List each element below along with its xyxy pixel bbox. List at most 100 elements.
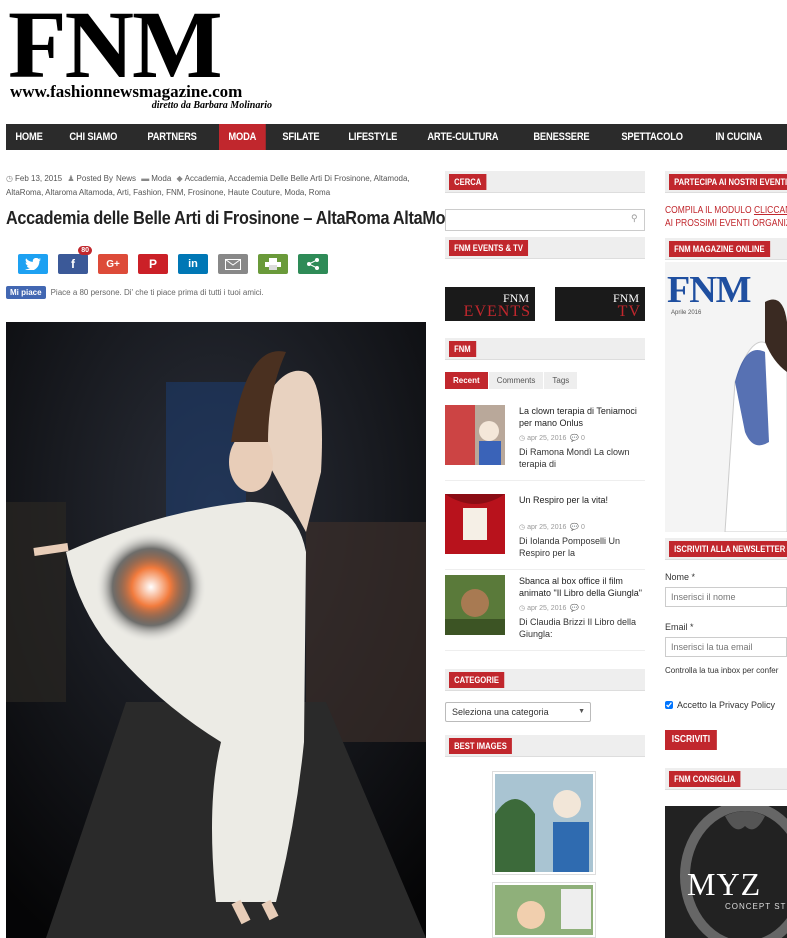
- article-category[interactable]: Moda: [151, 174, 171, 183]
- sponsor-subtext: CONCEPT ST: [725, 902, 787, 911]
- post-excerpt: Di Claudia Brizzi Il Libro della Giungla…: [519, 617, 637, 639]
- list-item[interactable]: Un Respiro per la vita! ◷ apr 25, 2016 💬…: [445, 492, 645, 570]
- privacy-label: Accetto la Privacy Policy: [677, 700, 776, 710]
- magazine-widget-header: FNM MAGAZINE ONLINE: [665, 238, 787, 260]
- search-widget-title: CERCA: [449, 174, 487, 190]
- best-image-thumb[interactable]: [492, 882, 596, 938]
- categories-widget-title: CATEGORIE: [449, 672, 505, 688]
- name-label: Nome *: [665, 572, 696, 582]
- best-images-widget-header: BEST IMAGES: [445, 735, 645, 757]
- nav-item-chi-siamo[interactable]: CHI SIAMO: [60, 124, 127, 150]
- post-date: ◷ apr 25, 2016 💬 0: [519, 524, 585, 531]
- search-icon[interactable]: ⚲: [631, 213, 638, 224]
- clock-icon: ◷: [6, 174, 13, 183]
- nav-item-sfilate[interactable]: SFILATE: [273, 124, 329, 150]
- tag-icon: ◆: [176, 174, 183, 183]
- twitter-icon: [25, 258, 41, 270]
- fnm-events-banner[interactable]: FNM EVENTS: [445, 287, 535, 321]
- tab-recent[interactable]: Recent: [445, 372, 488, 389]
- site-logo[interactable]: FNM www.fashionnewsmagazine.com diretto …: [8, 0, 278, 112]
- cta-link[interactable]: CLICCANDO: [754, 205, 787, 216]
- best-image-picture: [495, 774, 593, 872]
- best-images-widget-title: BEST IMAGES: [449, 738, 512, 754]
- email-label: Email *: [665, 622, 694, 632]
- inbox-note: Controlla la tua inbox per confer: [665, 666, 779, 675]
- best-image-picture: [495, 885, 593, 935]
- name-field[interactable]: [665, 587, 787, 607]
- pinterest-share-button[interactable]: P: [138, 254, 168, 274]
- article-author[interactable]: News: [116, 174, 136, 183]
- email-icon: [225, 258, 241, 270]
- events-right-header: PARTECIPA AI NOSTRI EVENTI: [665, 171, 787, 193]
- subscribe-button[interactable]: ISCRIVITI: [665, 730, 717, 750]
- article-date: Feb 13, 2015: [14, 174, 63, 183]
- post-title[interactable]: La clown terapia di Teniamoci per mano O…: [519, 405, 645, 429]
- email-field[interactable]: [665, 637, 787, 657]
- linkedin-share-button[interactable]: in: [178, 254, 208, 274]
- post-date: ◷ apr 25, 2016 💬 0: [519, 605, 585, 612]
- like-text: Piace a 80 persone. Di' che ti piace pri…: [50, 288, 264, 297]
- printer-icon: [265, 258, 281, 270]
- article-meta: ◷ Feb 13, 2015 ♟ Posted By News ▬ Moda ◆ Acca…: [6, 172, 426, 200]
- privacy-checkbox[interactable]: [665, 701, 673, 709]
- posts-tabs: Recent Comments Tags: [445, 372, 578, 389]
- runway-photo-image: [6, 322, 426, 938]
- user-icon: ♟: [67, 174, 75, 183]
- category-select-value: Seleziona una categoria: [452, 707, 549, 717]
- nav-item-moda[interactable]: MODA: [218, 124, 266, 150]
- post-thumbnail: [445, 494, 505, 554]
- events-banner-label: EVENTS: [463, 303, 531, 320]
- post-excerpt: Di Ramona Mondì La clown terapia di: [519, 447, 630, 469]
- tv-banner-label: TV: [617, 303, 641, 320]
- newsletter-widget-header: ISCRIVITI ALLA NEWSLETTER: [665, 538, 787, 560]
- nav-item-spettacolo[interactable]: SPETTACOLO: [612, 124, 692, 150]
- list-item[interactable]: La clown terapia di Teniamoci per mano O…: [445, 403, 645, 481]
- magazine-cover[interactable]: FNM Aprile 2016: [665, 262, 787, 532]
- newsletter-widget-title: ISCRIVITI ALLA NEWSLETTER: [669, 541, 787, 557]
- email-share-button[interactable]: [218, 254, 248, 274]
- linkedin-icon: in: [188, 258, 198, 270]
- cover-date: Aprile 2016: [671, 310, 702, 316]
- search-input[interactable]: [445, 209, 645, 231]
- privacy-checkbox-row[interactable]: Accetto la Privacy Policy: [665, 700, 775, 710]
- googleplus-icon: G+: [106, 258, 120, 270]
- facebook-share-button[interactable]: f 80: [58, 246, 92, 274]
- post-thumbnail: [445, 575, 505, 635]
- post-title[interactable]: Un Respiro per la vita!: [519, 494, 645, 506]
- nav-item-home[interactable]: HOME: [6, 124, 52, 150]
- twitter-share-button[interactable]: [18, 254, 48, 274]
- print-button[interactable]: [258, 254, 288, 274]
- nav-item-lifestyle[interactable]: LIFESTYLE: [339, 124, 407, 150]
- more-share-button[interactable]: [298, 254, 328, 274]
- events-widget-header: FNM EVENTS & TV: [445, 237, 645, 259]
- events-right-title: PARTECIPA AI NOSTRI EVENTI: [669, 174, 787, 190]
- tab-tags[interactable]: Tags: [544, 372, 578, 389]
- nav-item-benessere[interactable]: BENESSERE: [524, 124, 599, 150]
- nav-item-partners[interactable]: PARTNERS: [138, 124, 206, 150]
- nav-item-arte-cultura[interactable]: ARTE-CULTURA: [418, 124, 508, 150]
- chevron-down-icon: ▼: [578, 708, 585, 715]
- sponsor-banner[interactable]: MYZ CONCEPT ST: [665, 806, 787, 938]
- events-widget-title: FNM EVENTS & TV: [449, 240, 529, 256]
- fnm-tv-banner[interactable]: FNM TV: [555, 287, 645, 321]
- share-icon: [307, 258, 319, 270]
- best-image-thumb[interactable]: [492, 771, 596, 875]
- tab-comments[interactable]: Comments: [488, 372, 544, 389]
- categories-widget-header: CATEGORIE: [445, 669, 645, 691]
- cta-line2: AI PROSSIMI EVENTI ORGANIZZA: [665, 218, 787, 229]
- folder-icon: ▬: [141, 174, 150, 183]
- post-thumbnail: [445, 405, 505, 465]
- facebook-icon: f: [71, 257, 75, 271]
- search-widget-header: CERCA: [445, 171, 645, 193]
- logo-url: www.fashionnewsmagazine.com: [10, 82, 243, 101]
- cover-logo: FNM: [667, 269, 752, 311]
- facebook-like-button[interactable]: Mi piace: [6, 286, 46, 299]
- googleplus-share-button[interactable]: G+: [98, 254, 128, 274]
- share-buttons: f 80 G+ P in: [18, 246, 328, 274]
- fnm-widget-header: FNM: [445, 338, 645, 360]
- nav-item-in-cucina[interactable]: IN CUCINA: [706, 124, 771, 150]
- post-title[interactable]: Sbanca al box office il film animato "Il…: [519, 575, 645, 599]
- pinterest-icon: P: [148, 257, 157, 271]
- category-select[interactable]: Seleziona una categoria ▼: [445, 702, 591, 722]
- list-item[interactable]: Sbanca al box office il film animato "Il…: [445, 573, 645, 651]
